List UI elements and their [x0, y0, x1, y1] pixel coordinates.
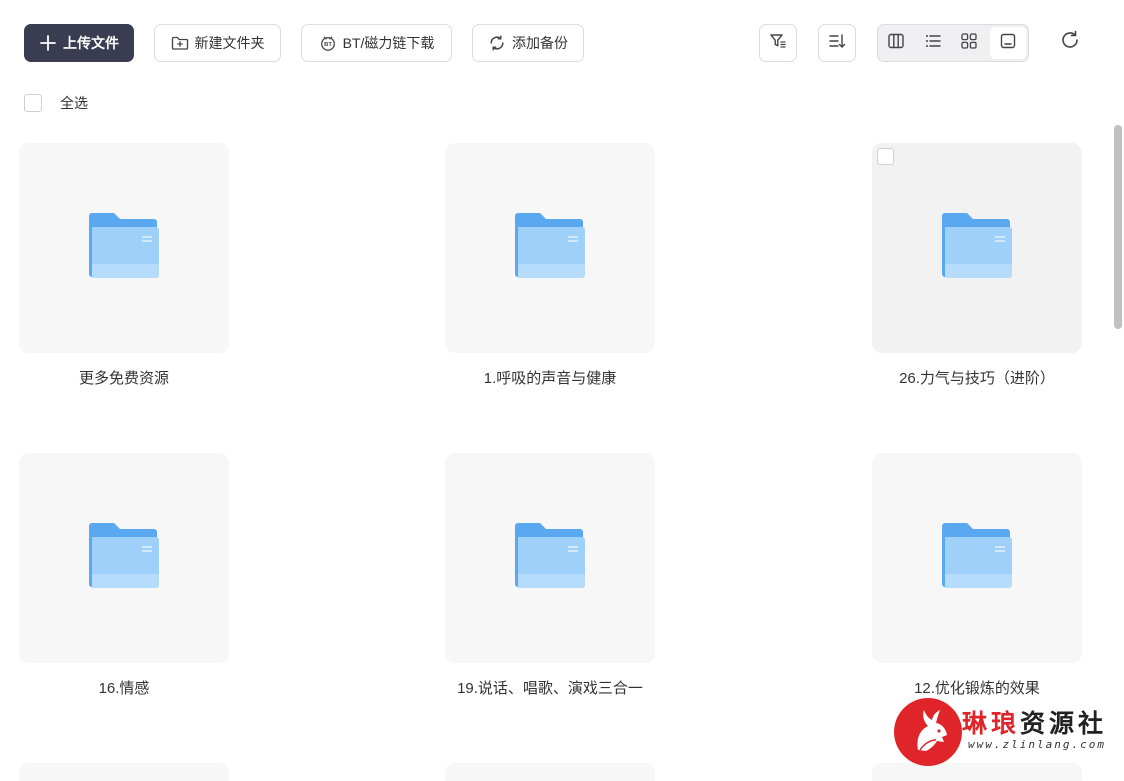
folder-name[interactable]: 1.呼吸的声音与健康	[424, 367, 676, 388]
upload-button[interactable]: 上传文件	[24, 24, 134, 62]
toolbar: 上传文件 新建文件夹 BT BT/磁力链下载 添加备份	[0, 0, 1124, 86]
watermark-url: www.zlinlang.com	[968, 738, 1106, 751]
column-view-button[interactable]	[878, 25, 915, 61]
watermark-brand: 琳琅资源社	[962, 704, 1107, 740]
large-thumb-view-button[interactable]	[989, 27, 1026, 59]
svg-text:BT: BT	[324, 42, 332, 48]
folder-thumbnail[interactable]	[19, 453, 229, 663]
select-all[interactable]: 全选	[24, 93, 88, 113]
folder-card[interactable]: 19.说话、唱歌、演戏三合一	[445, 453, 655, 698]
grid-view-button[interactable]	[951, 25, 988, 61]
folder-name[interactable]: 更多免费资源	[0, 367, 250, 388]
folder-thumbnail[interactable]	[872, 143, 1082, 353]
folder-thumbnail[interactable]	[19, 143, 229, 353]
sort-button[interactable]	[818, 24, 856, 62]
add-backup-button[interactable]: 添加备份	[472, 24, 584, 62]
filter-button[interactable]	[759, 24, 797, 62]
folder-icon	[87, 212, 161, 285]
folder-card[interactable]: 16.情感	[19, 453, 229, 698]
new-folder-label: 新建文件夹	[194, 35, 265, 51]
column-view-icon	[887, 32, 905, 55]
folder-card[interactable]: 更多免费资源	[19, 143, 229, 388]
sort-icon	[827, 31, 847, 56]
list-view-button[interactable]	[915, 25, 952, 61]
folder-name[interactable]: 26.力气与技巧（进阶）	[851, 367, 1103, 388]
folder-icon	[513, 212, 587, 285]
watermark-brand-prefix: 琳琅	[962, 710, 1021, 738]
refresh-icon	[1059, 29, 1081, 56]
view-mode-group	[877, 24, 1029, 62]
folder-icon	[87, 522, 161, 595]
sync-icon	[488, 34, 506, 52]
folder-thumbnail[interactable]	[445, 143, 655, 353]
folder-thumbnail[interactable]	[445, 453, 655, 663]
bt-icon: BT	[319, 34, 337, 52]
folder-icon	[940, 212, 1014, 285]
list-view-icon	[924, 32, 942, 55]
large-thumb-view-icon	[999, 32, 1017, 55]
bt-download-button[interactable]: BT BT/磁力链下载	[301, 24, 452, 62]
folder-plus-icon	[171, 34, 189, 52]
watermark-logo: 琳琅资源社 www.zlinlang.com	[894, 696, 1110, 768]
folder-name[interactable]: 12.优化锻炼的效果	[851, 677, 1103, 698]
filter-icon	[768, 31, 788, 56]
bt-download-label: BT/磁力链下载	[342, 35, 435, 51]
folder-thumbnail[interactable]	[19, 763, 229, 781]
upload-label: 上传文件	[63, 35, 119, 51]
folder-name[interactable]: 19.说话、唱歌、演戏三合一	[424, 677, 676, 698]
select-all-checkbox[interactable]	[24, 94, 42, 112]
folder-card[interactable]: 1.呼吸的声音与健康	[445, 143, 655, 388]
vertical-scrollbar[interactable]	[1114, 125, 1122, 329]
new-folder-button[interactable]: 新建文件夹	[154, 24, 281, 62]
folder-card[interactable]	[19, 763, 229, 781]
folder-select-checkbox[interactable]	[877, 148, 894, 165]
folder-icon	[513, 522, 587, 595]
folder-card[interactable]: 12.优化锻炼的效果	[872, 453, 1082, 698]
folder-icon	[940, 522, 1014, 595]
folder-card[interactable]: 26.力气与技巧（进阶）	[872, 143, 1082, 388]
folder-thumbnail[interactable]	[445, 763, 655, 781]
grid-view-icon	[960, 32, 978, 55]
folder-card[interactable]	[445, 763, 655, 781]
watermark-brand-suffix: 资源社	[1020, 710, 1108, 738]
refresh-button[interactable]	[1058, 30, 1082, 54]
plus-icon	[39, 34, 57, 52]
deer-logo-icon	[894, 698, 962, 766]
select-all-label: 全选	[60, 95, 88, 111]
folder-thumbnail[interactable]	[872, 453, 1082, 663]
folder-name[interactable]: 16.情感	[0, 677, 250, 698]
add-backup-label: 添加备份	[512, 35, 568, 51]
